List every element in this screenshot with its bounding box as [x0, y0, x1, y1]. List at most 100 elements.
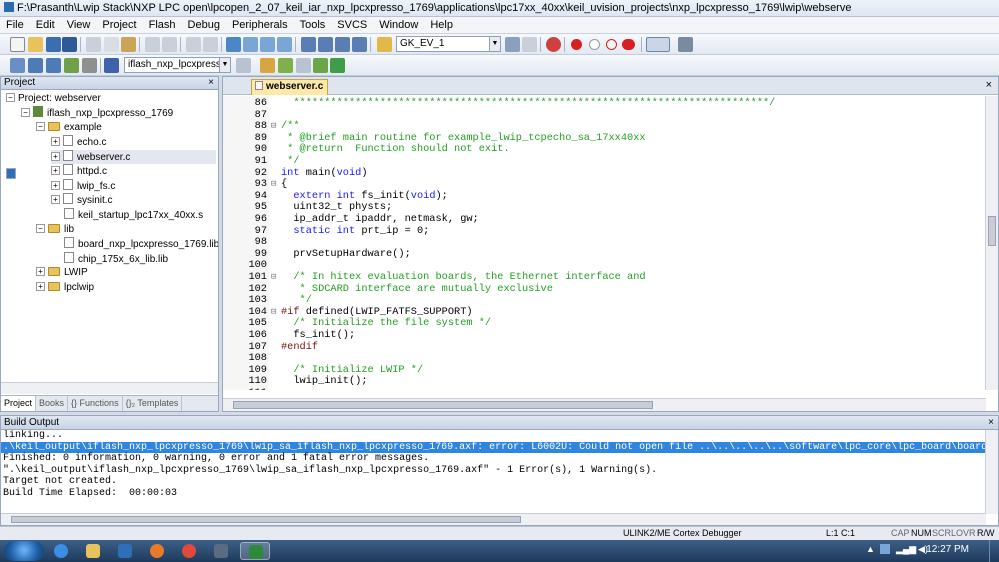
close-icon[interactable]: ×	[986, 79, 992, 91]
paste-icon[interactable]	[121, 37, 136, 52]
menu-peripherals[interactable]: Peripherals	[226, 17, 294, 33]
tab-project[interactable]: Project	[1, 396, 37, 411]
tree-group-lpclwip[interactable]: + lpclwip	[36, 281, 94, 295]
collapse-icon[interactable]: −	[21, 108, 30, 117]
expand-icon[interactable]: +	[51, 181, 60, 190]
clear-bookmarks-icon[interactable]	[277, 37, 292, 52]
collapse-icon[interactable]: −	[36, 122, 45, 131]
configure-icon[interactable]	[678, 37, 693, 52]
editor-vscrollbar[interactable]	[985, 96, 998, 390]
save-all-icon[interactable]	[62, 37, 77, 52]
build-output-text[interactable]: linking... .\keil_output\iflash_nxp_lpcxp…	[1, 430, 986, 514]
scrollbar-thumb[interactable]	[11, 516, 521, 523]
undo-icon[interactable]	[145, 37, 160, 52]
stop-build-icon[interactable]	[82, 58, 97, 73]
taskbar-app[interactable]	[206, 542, 236, 560]
batch-build-icon[interactable]	[64, 58, 79, 73]
scrollbar-thumb[interactable]	[233, 401, 653, 409]
tree-group-lib[interactable]: − lib	[36, 223, 74, 237]
build-output-vscrollbar[interactable]	[985, 430, 998, 514]
prev-bookmark-icon[interactable]	[243, 37, 258, 52]
new-file-icon[interactable]	[10, 37, 25, 52]
taskbar-uvision[interactable]	[240, 542, 270, 560]
project-hscrollbar[interactable]	[1, 382, 218, 394]
tree-file-selected[interactable]: + webserver.c	[51, 150, 216, 164]
taskbar-clock[interactable]: 12:27 PM	[926, 544, 969, 555]
download-icon[interactable]	[104, 58, 119, 73]
find-combo[interactable]: GK_EV_1 ▼	[396, 36, 501, 52]
scrollbar-thumb[interactable]	[988, 216, 996, 246]
tree-group-example[interactable]: − example	[36, 121, 102, 135]
tab-functions[interactable]: {} Functions	[68, 396, 123, 411]
target-options-icon[interactable]	[236, 58, 251, 73]
nav-back-icon[interactable]	[186, 37, 201, 52]
chevron-down-icon[interactable]: ▼	[219, 58, 230, 72]
window-layout-icon[interactable]	[646, 37, 670, 52]
menu-help[interactable]: Help	[424, 17, 459, 33]
tab-templates[interactable]: {}₂ Templates	[123, 396, 183, 411]
rebuild-icon[interactable]	[46, 58, 61, 73]
taskbar-firefox[interactable]	[142, 542, 172, 560]
uncomment-icon[interactable]	[352, 37, 367, 52]
build-output-hscrollbar[interactable]	[1, 513, 986, 525]
build-icon[interactable]	[28, 58, 43, 73]
menu-svcs[interactable]: SVCS	[331, 17, 373, 33]
kill-all-breakpoints-icon[interactable]	[622, 39, 635, 50]
expand-icon[interactable]: +	[51, 137, 60, 146]
target-combo[interactable]: iflash_nxp_lpcxpresso_17 ▼	[124, 57, 231, 73]
collapse-icon[interactable]: −	[36, 224, 45, 233]
disable-breakpoint-icon[interactable]	[589, 39, 600, 50]
nav-forward-icon[interactable]	[203, 37, 218, 52]
find-in-files-icon[interactable]	[377, 37, 392, 52]
debug-session-icon[interactable]	[546, 37, 561, 52]
menu-edit[interactable]: Edit	[30, 17, 61, 33]
build-output-line[interactable]: ".\keil_output\iflash_nxp_lpcxpresso_176…	[1, 465, 986, 477]
tree-file[interactable]: + sysinit.c	[51, 193, 113, 207]
network-icon[interactable]: ▂▄▆	[896, 544, 916, 555]
expand-icon[interactable]: +	[51, 166, 60, 175]
cut-icon[interactable]	[86, 37, 101, 52]
taskbar-ie[interactable]	[46, 542, 76, 560]
manage-components-icon[interactable]	[278, 58, 293, 73]
tree-file[interactable]: keil_startup_lpc17xx_40xx.s	[64, 208, 203, 222]
tree-file[interactable]: + httpd.c	[51, 164, 107, 178]
taskbar-explorer[interactable]	[78, 542, 108, 560]
expand-icon[interactable]: +	[51, 152, 60, 161]
close-icon[interactable]: ×	[208, 77, 214, 89]
taskbar-chrome[interactable]	[174, 542, 204, 560]
show-desktop-button[interactable]	[989, 540, 999, 562]
redo-icon[interactable]	[162, 37, 177, 52]
menu-window[interactable]: Window	[373, 17, 424, 33]
menu-tools[interactable]: Tools	[294, 17, 332, 33]
expand-icon[interactable]: +	[36, 282, 45, 291]
start-button[interactable]	[4, 541, 44, 561]
taskbar-media[interactable]	[110, 542, 140, 560]
menu-view[interactable]: View	[61, 17, 97, 33]
disable-all-breakpoints-icon[interactable]	[606, 39, 617, 50]
menu-flash[interactable]: Flash	[143, 17, 182, 33]
breakpoint-icon[interactable]	[571, 39, 582, 50]
tray-app-icon[interactable]	[880, 544, 890, 554]
fold-toggle-icon[interactable]: ⊟	[271, 179, 280, 191]
open-folder-icon[interactable]	[28, 37, 43, 52]
incremental-find-icon[interactable]	[522, 37, 537, 52]
tray-expand-icon[interactable]: ▲	[866, 544, 875, 554]
tree-file[interactable]: + echo.c	[51, 135, 106, 149]
fold-toggle-icon[interactable]: ⊟	[271, 307, 280, 319]
tree-file[interactable]: chip_175x_6x_lib.lib	[64, 252, 168, 266]
fold-toggle-icon[interactable]: ⊟	[271, 121, 280, 133]
code-area[interactable]: 86 *************************************…	[223, 96, 986, 390]
pack-installer-icon[interactable]	[330, 58, 345, 73]
file-extensions-icon[interactable]	[260, 58, 275, 73]
menu-debug[interactable]: Debug	[182, 17, 226, 33]
menu-project[interactable]: Project	[96, 17, 142, 33]
editor-hscrollbar[interactable]	[223, 398, 986, 411]
select-packs-icon[interactable]	[296, 58, 311, 73]
copy-icon[interactable]	[104, 37, 119, 52]
build-error-line[interactable]: .\keil_output\iflash_nxp_lpcxpresso_1769…	[1, 441, 986, 454]
indent-icon[interactable]	[301, 37, 316, 52]
tree-group-lwip[interactable]: + LWIP	[36, 266, 88, 280]
expand-icon[interactable]: +	[36, 267, 45, 276]
tree-file[interactable]: board_nxp_lpcxpresso_1769.lib	[64, 237, 218, 251]
comment-icon[interactable]	[335, 37, 350, 52]
